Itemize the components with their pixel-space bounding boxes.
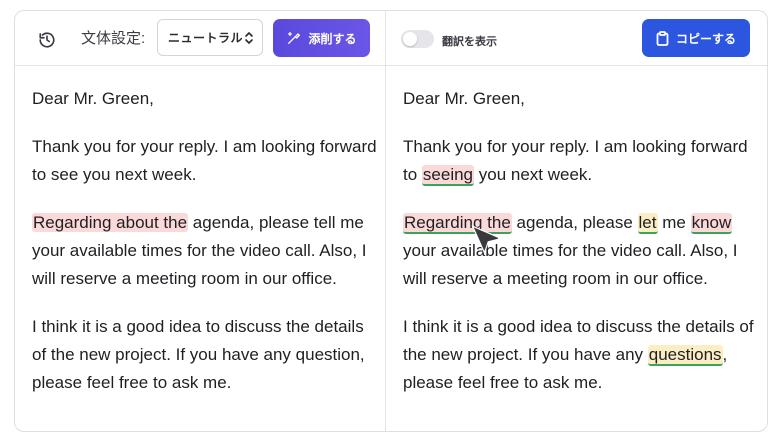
pen-sparkle-icon (288, 31, 301, 44)
original-paragraph: Thank you for your reply. I am looking f… (32, 137, 377, 184)
translate-toggle[interactable] (401, 30, 434, 48)
translate-toggle-label: 翻訳を表示 (442, 36, 497, 48)
mouse-cursor-icon (471, 224, 498, 254)
corrected-paragraph: I think it is a good idea to discuss the… (403, 313, 755, 397)
style-setting-label: 文体設定: (81, 30, 146, 47)
original-text-pane[interactable]: Dear Mr. Green, Thank you for your reply… (32, 66, 378, 431)
corrected-paragraph: Dear Mr. Green, (403, 89, 525, 108)
correction-highlight[interactable]: questions (647, 345, 723, 366)
style-select[interactable]: ニュートラル (157, 19, 263, 56)
error-highlight[interactable]: Regarding about the (32, 213, 189, 232)
toggle-knob (403, 32, 417, 46)
original-paragraph: Dear Mr. Green, (32, 89, 154, 108)
text-segment: agenda, please (511, 213, 638, 232)
clipboard-icon (656, 30, 669, 46)
text-segment: me (657, 213, 691, 232)
editor-card: 文体設定: ニュートラル 添削する 翻訳を表示 コピーする Dear Mr. G… (14, 10, 768, 432)
text-segment: your available times for the video call.… (403, 241, 738, 288)
corrected-paragraph: Regarding the agenda, please let me know… (403, 209, 755, 293)
proofread-button[interactable]: 添削する (273, 19, 370, 57)
correction-highlight[interactable]: let (637, 213, 658, 234)
left-toolbar: 文体設定: ニュートラル 添削する (15, 11, 385, 65)
pane-divider (385, 11, 386, 431)
original-paragraph: I think it is a good idea to discuss the… (32, 317, 365, 392)
style-select-value: ニュートラル (168, 31, 244, 45)
proofread-button-label: 添削する (308, 31, 357, 46)
text-segment: you next week. (474, 165, 593, 184)
chevron-updown-icon (245, 31, 253, 44)
original-paragraph: Regarding about the agenda, please tell … (32, 209, 378, 293)
corrected-text-pane[interactable]: Dear Mr. Green, Thank you for your reply… (403, 66, 755, 431)
corrected-paragraph: Thank you for your reply. I am looking f… (403, 133, 755, 189)
correction-highlight[interactable]: seeing (421, 165, 475, 186)
correction-highlight[interactable]: know (690, 213, 733, 234)
copy-button[interactable]: コピーする (642, 19, 750, 57)
right-toolbar: 翻訳を表示 コピーする (386, 11, 767, 65)
copy-button-label: コピーする (675, 31, 736, 46)
history-icon[interactable] (36, 29, 58, 51)
